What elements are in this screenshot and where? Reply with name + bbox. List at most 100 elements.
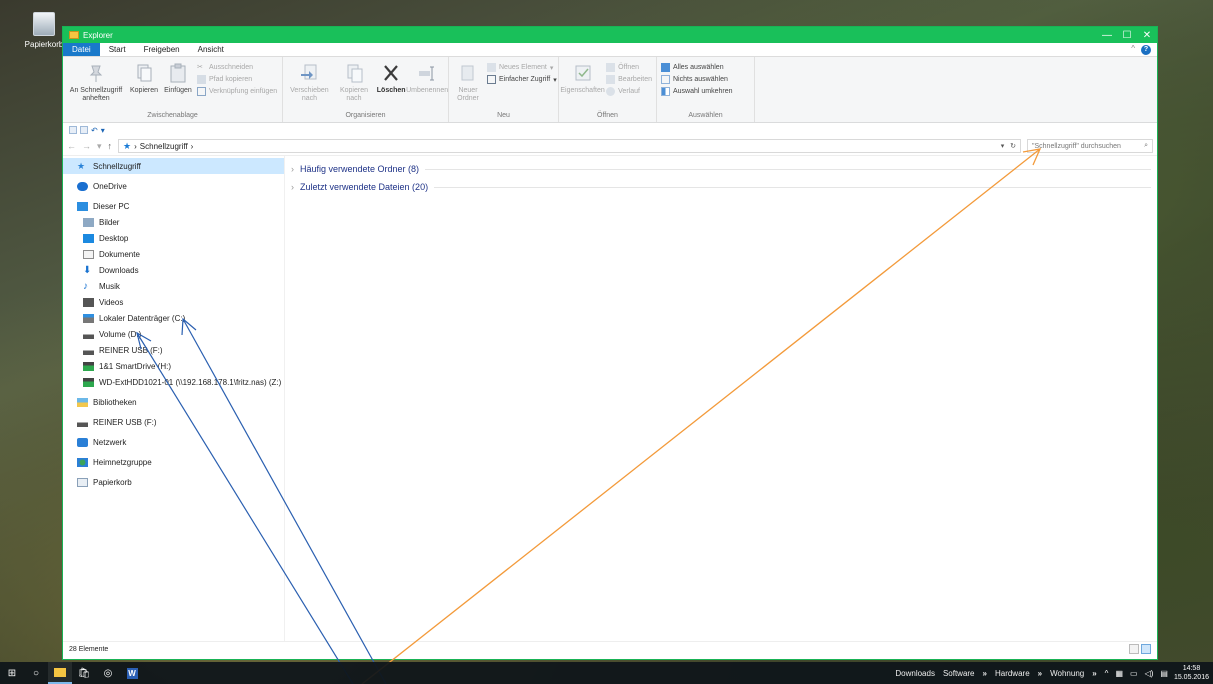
recycle-bin-icon — [33, 12, 55, 36]
volume-icon[interactable]: ◁) — [1145, 669, 1154, 678]
show-hidden-icons-icon[interactable]: ^ — [1105, 669, 1109, 678]
search-input[interactable]: "Schnellzugriff" durchsuchen ⌕ — [1027, 139, 1153, 153]
browser-taskbar-icon[interactable]: ◎ — [96, 662, 120, 684]
nav-item-music[interactable]: ♪ Musik — [63, 278, 284, 294]
nav-item-usb[interactable]: REINER USB (F:) — [63, 414, 284, 430]
nav-item-this-pc[interactable]: Dieser PC — [63, 198, 284, 214]
new-group-label: Neu — [497, 112, 510, 119]
recent-files-group[interactable]: › Zuletzt verwendete Dateien (20) — [291, 178, 1151, 196]
invert-selection-button[interactable]: Auswahl umkehren — [661, 87, 733, 96]
toolbar-chevron-icon[interactable]: » — [983, 669, 987, 678]
nav-item-drive-d[interactable]: Volume (D:) — [63, 326, 284, 342]
nav-item-drive-z[interactable]: WD-ExtHDD1021-01 (\\192.168.178.1\fritz.… — [63, 374, 284, 390]
copy-path-button[interactable]: Pfad kopieren — [197, 75, 277, 84]
tab-start[interactable]: Start — [100, 43, 135, 56]
nav-item-pictures[interactable]: Bilder — [63, 214, 284, 230]
open-button[interactable]: Öffnen — [606, 63, 652, 72]
customize-qat-icon[interactable]: ▾ — [101, 126, 105, 135]
tab-file[interactable]: Datei — [63, 43, 100, 56]
keyboard-icon[interactable]: ▦ — [1115, 669, 1123, 678]
edit-label: Bearbeiten — [618, 76, 652, 83]
delete-icon — [384, 65, 399, 81]
nav-item-downloads[interactable]: ⬇ Downloads — [63, 262, 284, 278]
new-item-icon — [487, 63, 496, 72]
breadcrumb-chevron-icon[interactable]: › — [191, 142, 194, 151]
undo-icon[interactable]: ↶ — [91, 126, 98, 135]
network-tray-icon[interactable]: ▭ — [1130, 669, 1138, 678]
clock[interactable]: 14:58 15.05.2016 — [1174, 664, 1213, 682]
nav-item-drive-c[interactable]: Lokaler Datenträger (C:) — [63, 310, 284, 326]
nav-item-network[interactable]: Netzwerk — [63, 434, 284, 450]
toolbar-software[interactable]: Software — [943, 669, 975, 678]
new-item-button[interactable]: Neues Element ▾ — [487, 63, 557, 72]
new-folder-qat-icon[interactable] — [80, 126, 88, 134]
toolbar-hardware[interactable]: Hardware — [995, 669, 1030, 678]
easy-access-label: Einfacher Zugriff — [499, 76, 551, 83]
cut-label: Ausschneiden — [209, 64, 253, 71]
file-explorer-taskbar-icon[interactable] — [48, 662, 72, 684]
nav-item-libraries[interactable]: Bibliotheken — [63, 394, 284, 410]
ribbon-tabs: Datei Start Freigeben Ansicht ^ ? — [63, 43, 1157, 57]
start-icon[interactable]: ⊞ — [0, 662, 24, 684]
address-bar[interactable]: ★ › Schnellzugriff › ▾ ↻ — [118, 139, 1021, 153]
forward-icon[interactable]: → — [82, 141, 91, 151]
nav-item-homegroup[interactable]: Heimnetzgruppe — [63, 454, 284, 470]
address-controls: ▾ ↻ — [1001, 142, 1016, 150]
ribbon-collapse-icon[interactable]: ^ — [1131, 44, 1135, 56]
select-all-button[interactable]: Alles auswählen — [661, 63, 733, 72]
desktop-recycle-bin[interactable]: Papierkorb — [22, 12, 66, 49]
nav-label: REINER USB (F:) — [99, 345, 163, 355]
toolbar-chevron-icon[interactable]: » — [1092, 669, 1096, 678]
store-taskbar-icon[interactable]: 🛍 — [72, 662, 96, 684]
maximize-button[interactable]: ☐ — [1117, 30, 1137, 41]
copy-path-icon — [197, 75, 206, 84]
cortana-search-icon[interactable]: ○ — [24, 662, 48, 684]
tab-view[interactable]: Ansicht — [189, 43, 233, 56]
up-icon[interactable]: ↑ — [108, 141, 113, 151]
open-label: Öffnen — [618, 64, 640, 71]
rename-label: Umbenennen — [406, 87, 449, 94]
word-taskbar-icon[interactable]: W — [120, 662, 144, 684]
cut-button[interactable]: ✂ Ausschneiden — [197, 63, 277, 72]
easy-access-icon — [487, 75, 496, 84]
item-count: 28 Elemente — [69, 646, 109, 653]
minimize-button[interactable]: — — [1097, 30, 1117, 41]
content-pane: › Häufig verwendete Ordner (8) › Zuletzt… — [285, 156, 1157, 641]
select-none-button[interactable]: Nichts auswählen — [661, 75, 733, 84]
toolbar-wohnung[interactable]: Wohnung — [1050, 669, 1084, 678]
refresh-icon[interactable]: ↻ — [1010, 143, 1016, 150]
nav-label: Schnellzugriff — [93, 161, 141, 171]
tab-share[interactable]: Freigeben — [135, 43, 189, 56]
address-dropdown-icon[interactable]: ▾ — [1001, 143, 1005, 150]
breadcrumb-quick-access[interactable]: Schnellzugriff — [140, 142, 188, 151]
nav-item-recycle-bin[interactable]: Papierkorb — [63, 474, 284, 490]
action-center-icon[interactable]: ▤ — [1160, 669, 1168, 678]
edit-button[interactable]: Bearbeiten — [606, 75, 652, 84]
details-view-icon[interactable] — [1129, 644, 1139, 654]
history-button[interactable]: Verlauf — [606, 87, 652, 96]
nav-item-drive-f[interactable]: REINER USB (F:) — [63, 342, 284, 358]
open-icon — [606, 63, 616, 72]
move-to-icon — [301, 64, 317, 80]
frequent-folders-group[interactable]: › Häufig verwendete Ordner (8) — [291, 160, 1151, 178]
help-icon[interactable]: ? — [1141, 45, 1151, 55]
nav-item-drive-h[interactable]: 1&1 SmartDrive (H:) — [63, 358, 284, 374]
nav-item-quick-access[interactable]: ★ Schnellzugriff — [63, 158, 284, 174]
paste-shortcut-button[interactable]: Verknüpfung einfügen — [197, 87, 277, 96]
toolbar-downloads[interactable]: Downloads — [895, 669, 935, 678]
toolbar-chevron-icon[interactable]: » — [1038, 669, 1042, 678]
nav-item-videos[interactable]: Videos — [63, 294, 284, 310]
recent-locations-icon[interactable]: ▾ — [97, 141, 102, 152]
title-bar[interactable]: Explorer — ☐ ✕ — [63, 27, 1157, 43]
nav-item-documents[interactable]: Dokumente — [63, 246, 284, 262]
breadcrumb-separator-icon: › — [134, 141, 137, 151]
properties-qat-icon[interactable] — [69, 126, 77, 134]
nav-label: Bilder — [99, 217, 120, 227]
nav-label: REINER USB (F:) — [93, 417, 157, 427]
nav-item-desktop[interactable]: Desktop — [63, 230, 284, 246]
close-button[interactable]: ✕ — [1137, 30, 1157, 41]
easy-access-button[interactable]: Einfacher Zugriff ▾ — [487, 75, 557, 84]
nav-item-onedrive[interactable]: OneDrive — [63, 178, 284, 194]
large-icons-view-icon[interactable] — [1141, 644, 1151, 654]
back-icon[interactable]: ← — [67, 141, 76, 151]
